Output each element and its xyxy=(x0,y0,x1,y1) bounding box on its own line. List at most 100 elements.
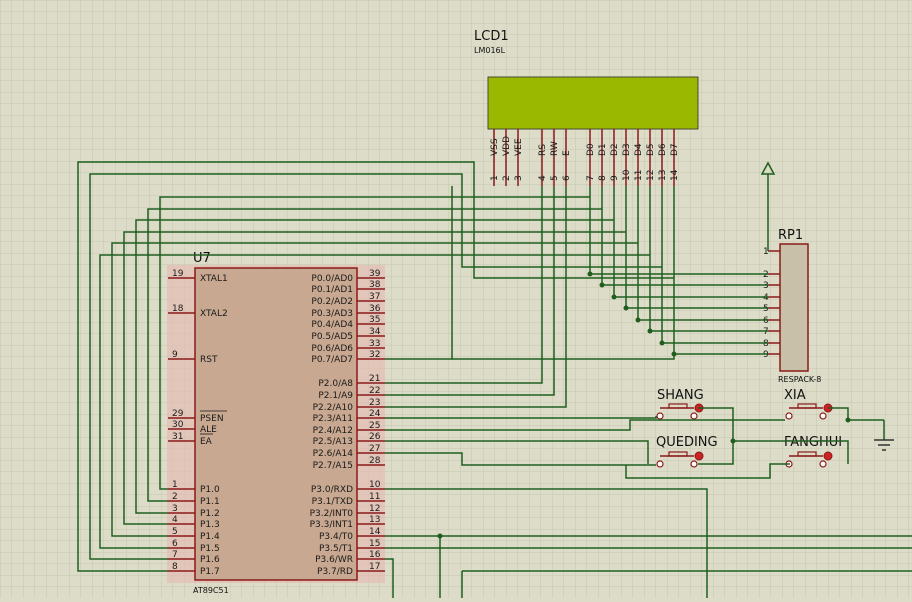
lcd-pin-number: 3 xyxy=(514,175,524,181)
mcu-pin-number: 26 xyxy=(369,432,381,442)
mcu-pin-label: XTAL1 xyxy=(200,274,228,284)
lcd-screen xyxy=(487,76,699,130)
lcd-pin-label: VDD xyxy=(502,136,512,156)
mcu-pin-label: P1.2 xyxy=(200,509,220,519)
mcu-pin-number: 32 xyxy=(369,350,380,360)
rp-pin-number: 5 xyxy=(763,304,769,314)
mcu-pin-number: 39 xyxy=(369,269,381,279)
mcu-pin-label: P2.5/A13 xyxy=(313,437,353,447)
mcu-pin-label: P2.7/A15 xyxy=(313,461,353,471)
mcu-pin-label: P3.3/INT1 xyxy=(310,520,353,530)
mcu-pin-label: P0.2/AD2 xyxy=(311,297,353,307)
lcd-pin-label: VSS xyxy=(490,138,500,156)
lcd-pin-number: 7 xyxy=(586,175,596,181)
mcu-pin-label: PSEN xyxy=(200,414,224,424)
mcu-pin-label: XTAL2 xyxy=(200,309,228,319)
mcu-pin-label: P1.6 xyxy=(200,555,220,565)
button-label: SHANG xyxy=(657,388,704,403)
button-label: XIA xyxy=(784,388,806,403)
mcu-pin-label: P3.2/INT0 xyxy=(310,509,354,519)
mcu-pin-label: P0.7/AD7 xyxy=(311,355,353,365)
mcu-pin-label: P2.0/A8 xyxy=(318,379,353,389)
mcu-pin-number: 8 xyxy=(172,562,178,572)
mcu-pin-label: P2.1/A9 xyxy=(318,391,353,401)
lcd-pin-label: E xyxy=(562,150,572,156)
mcu-component[interactable]: U7 AT89C51 19 XTAL118 XTAL29 RST29 PSEN30 ALE… xyxy=(167,251,385,595)
lcd-part-label: LM016L xyxy=(474,46,506,55)
rp-pin-number: 4 xyxy=(763,293,769,303)
rp-pin-number: 2 xyxy=(763,270,769,280)
mcu-pin-number: 9 xyxy=(172,350,178,360)
mcu-pin-number: 4 xyxy=(172,515,178,525)
mcu-pin-label: P2.2/A10 xyxy=(313,403,354,413)
lcd-pin-number: 14 xyxy=(670,169,680,181)
mcu-pin-number: 16 xyxy=(369,550,381,560)
mcu-pin-label: P0.1/AD1 xyxy=(311,285,353,295)
mcu-pin-label: P2.4/A12 xyxy=(313,426,353,436)
mcu-pin-number: 1 xyxy=(172,480,178,490)
lcd-pin-number: 11 xyxy=(634,170,644,181)
rp-pin-number: 3 xyxy=(763,281,769,291)
rp-part-label: RESPACK-8 xyxy=(778,375,821,384)
mcu-pin-label: EA xyxy=(200,437,213,447)
rp-body xyxy=(779,243,809,372)
lcd-pin-number: 10 xyxy=(622,169,632,181)
lcd-pin-label: RW xyxy=(550,141,560,156)
lcd-pin-number: 12 xyxy=(646,170,656,181)
rp-pin-number: 8 xyxy=(763,339,769,349)
mcu-pin-number: 11 xyxy=(369,492,380,502)
mcu-pin-number: 2 xyxy=(172,492,178,502)
mcu-pin-label: P2.6/A14 xyxy=(313,449,354,459)
mcu-pin-label: P1.3 xyxy=(200,520,220,530)
mcu-pin-label: P3.7/RD xyxy=(317,567,353,577)
mcu-pin-label: P3.1/TXD xyxy=(312,497,353,507)
lcd-pin-label: D0 xyxy=(586,143,596,156)
mcu-pin-label: P1.5 xyxy=(200,544,220,554)
lcd-pin-number: 13 xyxy=(658,170,668,181)
mcu-pin-label: P2.3/A11 xyxy=(313,414,353,424)
mcu-pin-label: P1.1 xyxy=(200,497,220,507)
lcd-pin-label: D6 xyxy=(658,143,668,156)
mcu-pin-number: 30 xyxy=(172,420,184,430)
mcu-pin-number: 3 xyxy=(172,504,178,514)
lcd-ref-label: LCD1 xyxy=(474,29,509,44)
mcu-pin-number: 29 xyxy=(172,409,184,419)
rp-pin-number: 6 xyxy=(763,316,769,326)
lcd-pin-label: D4 xyxy=(634,143,644,156)
mcu-pin-label: P1.7 xyxy=(200,567,220,577)
mcu-pin-label: ALE xyxy=(200,425,217,435)
mcu-pin-number: 25 xyxy=(369,421,380,431)
mcu-pin-label: P0.3/AD3 xyxy=(311,309,353,319)
mcu-pin-number: 22 xyxy=(369,386,380,396)
grid xyxy=(0,0,912,598)
junction xyxy=(647,328,653,334)
mcu-pin-label: P0.6/AD6 xyxy=(311,344,353,354)
schematic-svg[interactable]: LCD1 LM016L VSS 1 VDD 2 VEE 3 RS 4 RW 5 E 6 D0 7 D1 8 D2… xyxy=(0,0,912,598)
mcu-pin-number: 28 xyxy=(369,456,381,466)
junction xyxy=(635,317,641,323)
mcu-pin-number: 35 xyxy=(369,315,380,325)
schematic-canvas[interactable]: LCD1 LM016L VSS 1 VDD 2 VEE 3 RS 4 RW 5 E 6 D0 7 D1 8 D2… xyxy=(0,0,912,598)
mcu-pin-number: 15 xyxy=(369,539,380,549)
lcd-pin-number: 4 xyxy=(538,175,548,181)
mcu-pin-number: 13 xyxy=(369,515,380,525)
rp-pin-number: 7 xyxy=(763,327,769,337)
junction xyxy=(611,294,617,300)
junction xyxy=(599,282,605,288)
lcd-pin-number: 8 xyxy=(598,175,608,181)
mcu-pin-number: 21 xyxy=(369,374,380,384)
mcu-ref-label: U7 xyxy=(193,251,211,266)
mcu-pin-number: 19 xyxy=(172,269,184,279)
mcu-part-label: AT89C51 xyxy=(193,586,229,595)
mcu-pin-number: 18 xyxy=(172,304,184,314)
mcu-pin-number: 23 xyxy=(369,398,380,408)
junction xyxy=(623,305,629,311)
mcu-pin-number: 27 xyxy=(369,444,380,454)
junction xyxy=(845,417,851,423)
mcu-pin-label: P0.0/AD0 xyxy=(311,274,353,284)
mcu-pin-label: P1.4 xyxy=(200,532,220,542)
lcd-pin-number: 6 xyxy=(562,175,572,181)
mcu-pin-label: P3.4/T0 xyxy=(319,532,353,542)
mcu-pin-number: 38 xyxy=(369,280,381,290)
button-label: FANGHUI xyxy=(784,435,842,450)
